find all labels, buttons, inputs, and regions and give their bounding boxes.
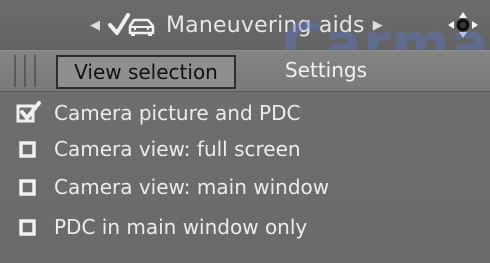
option-camera-main-window[interactable]: Camera view: main window (16, 172, 329, 202)
tab-divider-lines (10, 55, 46, 87)
idrive-screen: ◀ Maneuvering aids ▶ Carma View selectio… (0, 0, 490, 263)
option-label: Camera view: main window (54, 175, 330, 199)
tab-view-selection[interactable]: View selection (56, 55, 236, 89)
checkbox-icon[interactable] (16, 174, 42, 200)
checked-checkbox-icon[interactable] (16, 100, 42, 126)
arrow-left-icon[interactable]: ◀ (90, 19, 100, 32)
page-title: Maneuvering aids (166, 12, 365, 38)
idrive-controller-icon (446, 10, 480, 40)
tab-settings[interactable]: Settings (262, 55, 390, 85)
option-camera-picture-pdc[interactable]: Camera picture and PDC (16, 98, 300, 128)
title-group[interactable]: ◀ Maneuvering aids ▶ (90, 8, 383, 42)
car-check-icon (108, 11, 158, 39)
option-label: Camera picture and PDC (54, 101, 301, 125)
option-label: Camera view: full screen (54, 137, 301, 161)
title-bar: ◀ Maneuvering aids ▶ Carma (0, 0, 490, 77)
option-label: PDC in main window only (54, 215, 308, 239)
checkbox-icon[interactable] (16, 136, 42, 162)
arrow-right-icon[interactable]: ▶ (373, 19, 383, 32)
tab-bar: View selection Settings (0, 50, 490, 92)
option-pdc-main-window[interactable]: PDC in main window only (16, 212, 307, 242)
option-camera-full-screen[interactable]: Camera view: full screen (16, 134, 301, 164)
checkbox-icon[interactable] (16, 214, 42, 240)
